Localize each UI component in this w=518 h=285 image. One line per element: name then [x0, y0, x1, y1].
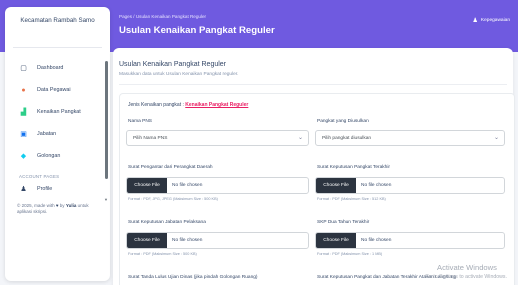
sidebar-scrollbar[interactable]	[105, 61, 108, 179]
sidebar-item-kenaikan-pangkat[interactable]: ▟ Kenaikan Pangkat	[19, 106, 81, 118]
file-label: Surat Keputusan Jabatan Pelaksana	[128, 220, 206, 225]
footer-author: Yulia	[65, 203, 77, 208]
choose-file-button[interactable]: Choose File	[127, 178, 167, 193]
sidebar-item-jabatan[interactable]: ▣ Jabatan	[19, 128, 56, 140]
id-card-icon: ▣	[20, 130, 27, 138]
tv-icon: ▢	[20, 64, 27, 72]
sidebar-item-golongan[interactable]: ◆ Golongan	[19, 150, 61, 162]
skp-file-input[interactable]: Choose File No file chosen	[315, 232, 505, 249]
file-hint: Format : PDF (Maksimum Size : 512 KB)	[317, 197, 386, 201]
chart-icon: ▟	[20, 108, 27, 116]
choose-file-button[interactable]: Choose File	[316, 178, 356, 193]
sidebar-item-profile[interactable]: ♟ Profile	[19, 183, 52, 195]
pangkat-select[interactable]: Pilih pangkat diusulkan ⌄	[315, 130, 505, 146]
jenis-label: Jenis Kenaikan pangkat :	[128, 102, 184, 108]
card-subtitle: Masukkan data untuk Usulan Kenaikan Pang…	[119, 72, 239, 77]
card-title: Usulan Kenaikan Pangkat Reguler	[119, 61, 227, 68]
user-menu[interactable]: ♟ Kepegawaian	[473, 17, 510, 24]
pangkat-value: Pilih pangkat diusulkan	[322, 135, 372, 141]
section-label-account: ACCOUNT PAGES	[19, 174, 60, 179]
nama-pns-select[interactable]: Pilih Nama PNS ⌄	[126, 130, 309, 146]
sk-jabatan-file-input[interactable]: Choose File No file chosen	[126, 232, 309, 249]
chevron-down-icon: ⌄	[493, 135, 499, 141]
sk-pangkat-file-input[interactable]: Choose File No file chosen	[315, 177, 505, 194]
breadcrumb[interactable]: Pages / Usulan Kenaikan Pangkat Reguler	[119, 14, 206, 19]
file-status: No file chosen	[172, 238, 203, 243]
user-label: Kepegawaian	[480, 18, 510, 23]
sidebar-item-label: Data Pegawai	[37, 87, 71, 93]
heart-icon: ♥	[55, 203, 59, 208]
sidebar-item-label: Golongan	[37, 153, 61, 159]
choose-file-button[interactable]: Choose File	[127, 233, 167, 248]
user-icon: ♟	[472, 18, 478, 24]
activate-windows-title: Activate Windows	[437, 263, 497, 272]
file-status: No file chosen	[361, 238, 392, 243]
file-hint: Format : PDF (Maksimum Size : 1 MB)	[317, 252, 383, 256]
sidebar-item-label: Kenaikan Pangkat	[37, 109, 81, 115]
brand-divider	[13, 47, 102, 48]
file-status: No file chosen	[361, 183, 392, 188]
card-divider	[119, 84, 507, 85]
file-status: No file chosen	[172, 183, 203, 188]
file-label: Surat Tanda Lulus Ujian Dinas (jika pind…	[128, 275, 258, 280]
footer-prefix: © 2025, made with	[17, 203, 55, 208]
pangkat-label: Pangkat yang Diusulkan	[317, 119, 369, 124]
file-label: Surat Keputusan Pangkat Terakhir	[317, 165, 390, 170]
page-title: Usulan Kenaikan Pangkat Reguler	[119, 25, 275, 36]
jenis-link[interactable]: Kenaikan Pangkat Reguler	[185, 102, 248, 108]
sidebar-item-label: Profile	[37, 186, 53, 192]
tag-icon: ◆	[20, 152, 27, 160]
file-label: SKP Dua Tahun Terakhir	[317, 220, 370, 225]
brand-name[interactable]: Kecamatan Rambah Samo	[5, 17, 110, 24]
chevron-down-icon: ⌄	[297, 135, 303, 141]
choose-file-button[interactable]: Choose File	[316, 233, 356, 248]
nama-pns-label: Nama PNS	[128, 119, 152, 124]
surat-pengantar-file-input[interactable]: Choose File No file chosen	[126, 177, 309, 194]
scroll-down-icon[interactable]: ▼	[104, 197, 108, 202]
user-icon: ♟	[20, 185, 27, 193]
file-label: Surat Pengantar dari Perangkat Daerah	[128, 165, 213, 170]
jenis-kenaikan: Jenis Kenaikan pangkat : Kenaikan Pangka…	[128, 102, 248, 108]
sidebar: Kecamatan Rambah Samo ▢ Dashboard ● Data…	[5, 7, 110, 281]
footer-note: © 2025, made with ♥ by Yulia untuk aplik…	[17, 203, 102, 215]
nama-pns-value: Pilih Nama PNS	[133, 135, 168, 141]
sidebar-item-data-pegawai[interactable]: ● Data Pegawai	[19, 84, 71, 96]
file-hint: Format : PDF, JPG, JPEG (Maksimum Size :…	[128, 197, 218, 201]
sidebar-item-dashboard[interactable]: ▢ Dashboard	[19, 62, 63, 74]
file-hint: Format : PDF (Maksimum Size : 500 KB)	[128, 252, 197, 256]
users-icon: ●	[21, 86, 26, 94]
activate-windows-subtitle: Go to Settings to activate Windows.	[425, 274, 507, 280]
sidebar-item-label: Dashboard	[37, 65, 64, 71]
sidebar-item-label: Jabatan	[37, 131, 57, 137]
footer-by: by	[59, 203, 65, 208]
